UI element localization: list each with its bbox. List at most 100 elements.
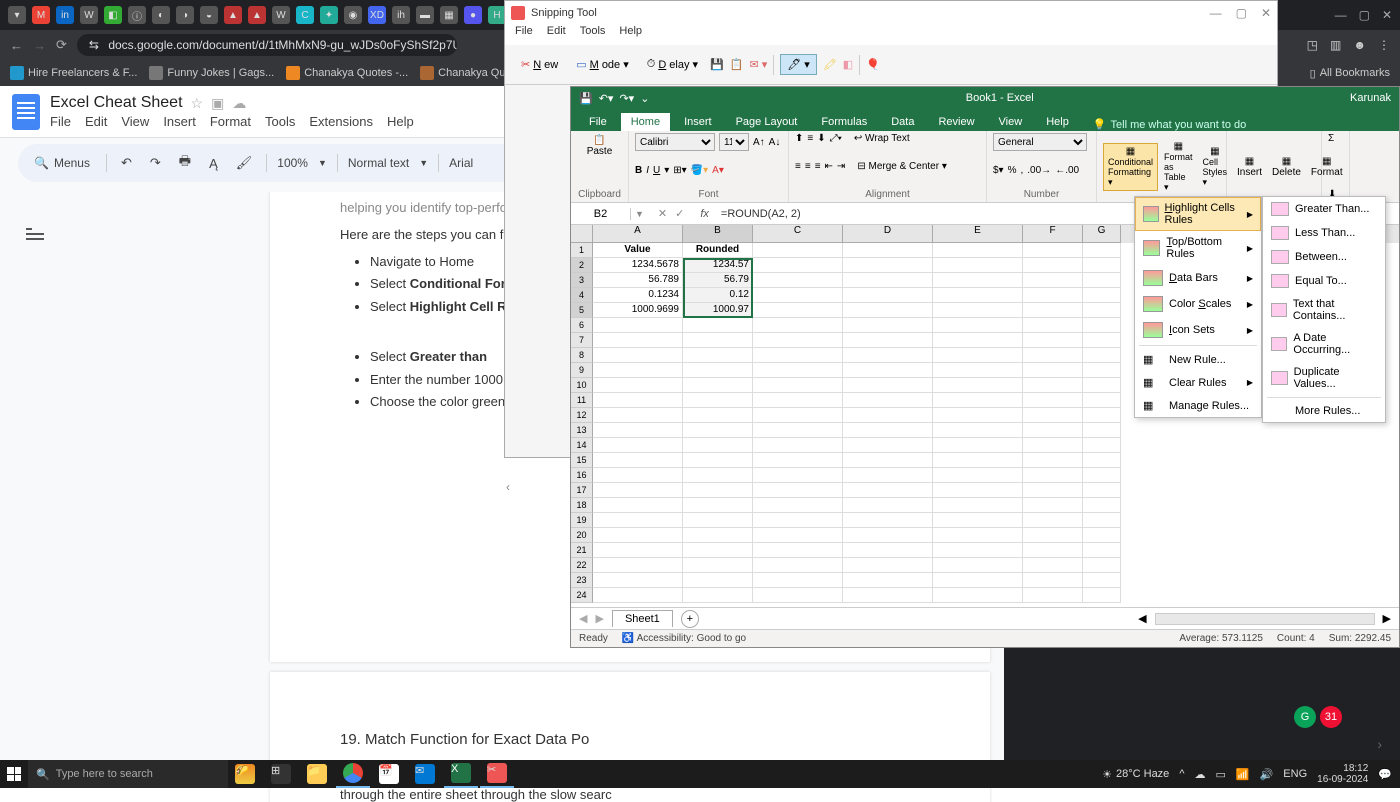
cell[interactable] [753, 513, 843, 528]
row-header[interactable]: 11 [571, 393, 593, 408]
cell[interactable] [683, 333, 753, 348]
cf-new-rule[interactable]: ▦New Rule... [1135, 348, 1261, 371]
cell[interactable] [1083, 573, 1121, 588]
tab-generic[interactable]: ● [464, 6, 482, 24]
cell[interactable] [593, 543, 683, 558]
cell[interactable] [843, 348, 933, 363]
cell[interactable]: 1234.57 [683, 258, 753, 273]
cell[interactable] [933, 363, 1023, 378]
increase-font-icon[interactable]: A↑ [753, 137, 765, 148]
cell[interactable] [1083, 528, 1121, 543]
cell[interactable] [1083, 258, 1121, 273]
tab-generic[interactable]: ✦ [320, 6, 338, 24]
cell[interactable] [1083, 363, 1121, 378]
conditional-formatting-button[interactable]: ▦ConditionalFormatting ▾ [1103, 143, 1158, 191]
minimize-icon[interactable]: — [1335, 8, 1347, 22]
zoom-select[interactable]: 100% [277, 156, 308, 170]
menu-edit[interactable]: Edit [85, 114, 107, 129]
undo-icon[interactable]: ↶▾ [599, 92, 614, 105]
cell[interactable] [933, 393, 1023, 408]
all-bookmarks-button[interactable]: ▯ All Bookmarks [1310, 67, 1390, 80]
enter-formula-icon[interactable]: ✓ [675, 207, 684, 220]
delete-cells-button[interactable]: ▦Delete [1268, 154, 1305, 180]
cell[interactable] [1083, 498, 1121, 513]
align-left-icon[interactable]: ≡ [795, 161, 801, 172]
cell[interactable] [683, 513, 753, 528]
cell[interactable] [1023, 468, 1083, 483]
row-header[interactable]: 8 [571, 348, 593, 363]
cell[interactable] [933, 438, 1023, 453]
cell[interactable] [753, 558, 843, 573]
cell[interactable] [933, 528, 1023, 543]
row-header[interactable]: 14 [571, 438, 593, 453]
format-as-table-button[interactable]: ▦Format asTable ▾ [1160, 139, 1197, 195]
cell[interactable] [593, 423, 683, 438]
redo-icon[interactable]: ↷▾ [619, 92, 634, 105]
cell[interactable] [933, 333, 1023, 348]
tab-pdf[interactable]: ▲ [248, 6, 266, 24]
italic-button[interactable]: I [646, 165, 649, 176]
cell[interactable] [593, 483, 683, 498]
font-name-select[interactable]: Calibri [635, 133, 715, 151]
tab-generic[interactable]: ◒ [200, 6, 218, 24]
site-info-icon[interactable]: ⇆ [89, 38, 99, 52]
page-nav-left-icon[interactable]: ‹ [506, 480, 510, 494]
clock[interactable]: 18:12 16-09-2024 [1317, 763, 1368, 785]
maximize-icon[interactable]: ▢ [1359, 8, 1370, 22]
close-icon[interactable]: ✕ [1382, 8, 1392, 22]
cell[interactable] [593, 588, 683, 603]
cell[interactable] [843, 423, 933, 438]
cell[interactable] [933, 543, 1023, 558]
cell[interactable] [843, 558, 933, 573]
scroll-left-icon[interactable]: ◀ [1138, 612, 1146, 625]
language-indicator[interactable]: ENG [1283, 768, 1307, 780]
close-icon[interactable]: ✕ [1261, 6, 1271, 20]
cell[interactable]: 56.789 [593, 273, 683, 288]
cell[interactable] [1023, 528, 1083, 543]
menu-help[interactable]: Help [387, 114, 414, 129]
cell[interactable] [593, 513, 683, 528]
tell-me-search[interactable]: 💡 Tell me what you want to do [1093, 118, 1246, 131]
cell[interactable] [843, 573, 933, 588]
cell[interactable] [1083, 378, 1121, 393]
star-icon[interactable]: ☆ [191, 95, 204, 112]
row-header[interactable]: 13 [571, 423, 593, 438]
row-header[interactable]: 4 [571, 288, 593, 303]
tab-insert[interactable]: Insert [674, 113, 722, 131]
cell[interactable] [933, 483, 1023, 498]
bookmark-item[interactable]: Funny Jokes | Gags... [149, 66, 274, 80]
tab-generic[interactable]: ◑ [176, 6, 194, 24]
extension-icon[interactable]: ◳ [1307, 38, 1318, 52]
cell[interactable] [753, 273, 843, 288]
cell[interactable] [843, 393, 933, 408]
doc-title[interactable]: Excel Cheat Sheet [50, 94, 183, 112]
cell[interactable] [593, 558, 683, 573]
cell[interactable] [683, 498, 753, 513]
row-header[interactable]: 23 [571, 573, 593, 588]
bookmark-item[interactable]: Chanakya Quotes -... [286, 66, 408, 80]
pen-tool-button[interactable]: 🖊 ▾ [780, 54, 817, 75]
row-header[interactable]: 24 [571, 588, 593, 603]
cell[interactable] [1023, 573, 1083, 588]
row-header[interactable]: 16 [571, 468, 593, 483]
excel-icon[interactable]: X [444, 760, 478, 788]
onedrive-icon[interactable]: ☁ [1194, 768, 1205, 781]
cell[interactable] [1083, 408, 1121, 423]
taskbar-search[interactable]: 🔍 Type here to search [28, 760, 228, 788]
merge-center-button[interactable]: ⊟ Merge & Center ▾ [857, 161, 947, 172]
snipping-tool-taskbar-icon[interactable]: ✂ [480, 760, 514, 788]
name-box[interactable]: B2 [571, 208, 631, 220]
save-icon[interactable]: 💾 [579, 92, 593, 105]
row-header[interactable]: 22 [571, 558, 593, 573]
spellcheck-icon[interactable]: Ą [205, 154, 222, 173]
col-header-f[interactable]: F [1023, 225, 1083, 243]
cf-icon-sets[interactable]: Icon Sets▶ [1135, 317, 1261, 343]
cell[interactable]: 0.1234 [593, 288, 683, 303]
cf-greater-than[interactable]: Greater Than... [1263, 197, 1385, 221]
battery-icon[interactable]: ▭ [1215, 768, 1225, 781]
cell[interactable] [683, 408, 753, 423]
cell[interactable] [843, 438, 933, 453]
row-header[interactable]: 2 [571, 258, 593, 273]
cell[interactable] [1023, 498, 1083, 513]
notifications-icon[interactable]: 💬 [1378, 768, 1392, 781]
